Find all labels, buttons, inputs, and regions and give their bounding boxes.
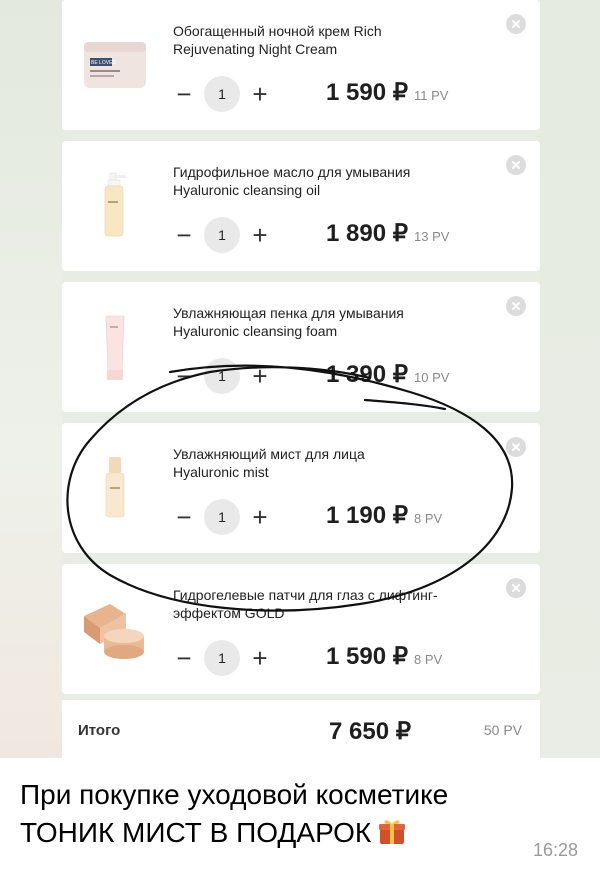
item-name-en: Hyaluronic cleansing oil (173, 182, 321, 198)
price-value: 1 190 ₽ (326, 502, 408, 529)
item-name-ru: Обогащенный ночной крем Rich (173, 23, 382, 39)
remove-item-button[interactable] (506, 155, 526, 175)
decrease-quantity-button[interactable]: − (170, 503, 198, 531)
price-value: 1 890 ₽ (326, 220, 408, 247)
remove-item-button[interactable] (506, 578, 526, 598)
increase-quantity-button[interactable]: + (246, 221, 274, 249)
decrease-quantity-button[interactable]: − (170, 221, 198, 249)
total-sum: 7 650 ₽ (329, 718, 411, 745)
item-price: 1 890 ₽ 13 PV (326, 219, 449, 248)
cart-screenshot: BE LOVED Обогащенный ночной крем Rich Re… (0, 0, 600, 758)
increase-quantity-button[interactable]: + (246, 644, 274, 672)
decrease-quantity-button[interactable]: − (170, 362, 198, 390)
background-left (0, 0, 62, 758)
decrease-quantity-button[interactable]: − (170, 80, 198, 108)
item-price: 1 190 ₽ 8 PV (326, 501, 442, 530)
item-name-ru: Увлажняющая пенка для умывания (173, 305, 404, 321)
message-line-2: ТОНИК МИСТ В ПОДАРОК (20, 814, 590, 852)
item-name-en: эффектом GOLD (173, 605, 285, 621)
increase-quantity-button[interactable]: + (246, 80, 274, 108)
quantity-value: 1 (204, 499, 240, 535)
quantity-value: 1 (204, 640, 240, 676)
cleansing-foam-tube-image (105, 315, 125, 380)
close-icon (512, 161, 520, 169)
item-name-ru: Увлажняющий мист для лица (173, 446, 365, 462)
item-name-en: Hyaluronic cleansing foam (173, 323, 338, 339)
cart-item: Гидрогелевые патчи для глаз с лифтинг- э… (62, 564, 540, 694)
item-price: 1 390 ₽ 10 PV (326, 360, 449, 389)
close-icon (512, 443, 520, 451)
quantity-value: 1 (204, 358, 240, 394)
item-name-ru: Гидрогелевые патчи для глаз с лифтинг- (173, 587, 438, 603)
item-name: Обогащенный ночной крем Rich Rejuvenatin… (173, 22, 473, 58)
message-line-1: При покупке уходовой косметике (20, 779, 449, 810)
item-name-en: Hyaluronic mist (173, 464, 269, 480)
item-name-ru: Гидрофильное масло для умывания (173, 164, 411, 180)
price-value: 1 390 ₽ (326, 361, 408, 388)
pv-value: 11 PV (414, 88, 449, 103)
message-caption: При покупке уходовой косметике ТОНИК МИС… (20, 776, 590, 852)
item-price: 1 590 ₽ 11 PV (326, 78, 448, 107)
quantity-stepper: − 1 + (170, 640, 274, 676)
face-mist-bottle-image (105, 457, 125, 518)
message-time: 16:28 (532, 840, 578, 860)
pv-value: 8 PV (414, 652, 443, 667)
cleansing-oil-bottle-image (104, 172, 126, 237)
jar-label: BE LOVED (91, 60, 116, 66)
decrease-quantity-button[interactable]: − (170, 644, 198, 672)
message-line-2-text: ТОНИК МИСТ В ПОДАРОК (20, 817, 372, 848)
background-right (540, 0, 600, 758)
quantity-stepper: − 1 + (170, 358, 274, 394)
pv-value: 8 PV (414, 511, 443, 526)
item-name-en: Rejuvenating Night Cream (173, 41, 338, 57)
close-icon (512, 302, 520, 310)
cart-item: Увлажняющая пенка для умывания Hyaluroni… (62, 282, 540, 412)
increase-quantity-button[interactable]: + (246, 503, 274, 531)
item-name: Гидрофильное масло для умывания Hyaluron… (173, 163, 473, 199)
cart-item: Гидрофильное масло для умывания Hyaluron… (62, 141, 540, 271)
item-price: 1 590 ₽ 8 PV (326, 642, 442, 671)
item-name: Гидрогелевые патчи для глаз с лифтинг- э… (173, 586, 473, 622)
quantity-stepper: − 1 + (170, 217, 274, 253)
total-label: Итого (78, 722, 121, 739)
price-value: 1 590 ₽ (326, 79, 408, 106)
close-icon (512, 20, 520, 28)
remove-item-button[interactable] (506, 437, 526, 457)
quantity-stepper: − 1 + (170, 499, 274, 535)
gift-icon (379, 820, 406, 844)
increase-quantity-button[interactable]: + (246, 362, 274, 390)
eye-patches-jar-image (84, 604, 144, 659)
night-cream-jar-image: BE LOVED (84, 42, 146, 88)
remove-item-button[interactable] (506, 296, 526, 316)
cart-item: BE LOVED Обогащенный ночной крем Rich Re… (62, 0, 540, 130)
remove-item-button[interactable] (506, 14, 526, 34)
total-pv: 50 PV (483, 722, 522, 738)
quantity-value: 1 (204, 76, 240, 112)
cart-total: Итого 7 650 ₽ 50 PV (62, 700, 540, 758)
item-name: Увлажняющая пенка для умывания Hyaluroni… (173, 304, 473, 340)
item-name: Увлажняющий мист для лица Hyaluronic mis… (173, 445, 473, 481)
close-icon (512, 584, 520, 592)
price-value: 1 590 ₽ (326, 643, 408, 670)
pv-value: 13 PV (414, 229, 450, 244)
quantity-value: 1 (204, 217, 240, 253)
cart-item: Увлажняющий мист для лица Hyaluronic mis… (62, 423, 540, 553)
pv-value: 10 PV (414, 370, 450, 385)
quantity-stepper: − 1 + (170, 76, 274, 112)
